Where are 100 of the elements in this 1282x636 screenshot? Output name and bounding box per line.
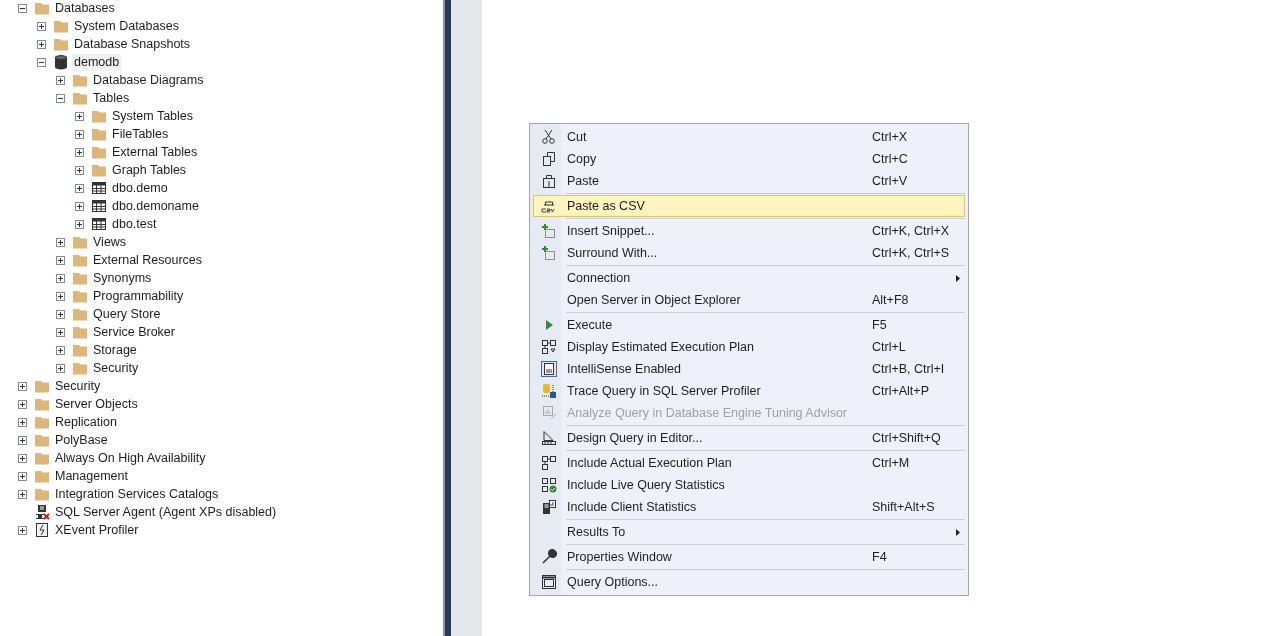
folder-icon xyxy=(53,36,69,52)
expand-icon[interactable] xyxy=(18,399,27,409)
menu-item[interactable]: Include Actual Execution Plan Ctrl+M xyxy=(533,452,965,474)
expand-icon[interactable] xyxy=(75,165,84,175)
tree-item[interactable]: Programmability xyxy=(91,287,186,305)
tree-item[interactable]: Databases xyxy=(53,0,117,17)
tree-item[interactable]: Query Store xyxy=(91,305,163,323)
tree-item[interactable]: System Tables xyxy=(110,107,196,125)
expand-icon[interactable] xyxy=(18,417,27,427)
tree-item[interactable]: Service Broker xyxy=(91,323,177,341)
expand-icon[interactable] xyxy=(56,327,65,337)
expand-icon[interactable] xyxy=(18,471,27,481)
tree-item[interactable]: Synonyms xyxy=(91,269,154,287)
tree-item[interactable]: FileTables xyxy=(110,125,171,143)
menu-item[interactable]: Include Client Statistics Shift+Alt+S xyxy=(533,496,965,518)
folder-icon xyxy=(34,468,50,484)
tree-item[interactable]: Database Snapshots xyxy=(72,35,193,53)
expand-icon[interactable] xyxy=(56,255,65,265)
tree-item[interactable]: System Databases xyxy=(72,17,181,35)
expand-icon[interactable] xyxy=(37,21,46,31)
profiler-icon xyxy=(34,522,50,538)
expand-icon[interactable] xyxy=(18,489,27,499)
expand-icon[interactable] xyxy=(18,381,27,391)
collapse-icon[interactable] xyxy=(18,3,27,13)
tree-item[interactable]: dbo.demoname xyxy=(110,197,201,215)
tree-item[interactable]: Security xyxy=(53,377,103,395)
folder-icon xyxy=(91,144,107,160)
collapse-icon[interactable] xyxy=(37,57,46,67)
splitter[interactable] xyxy=(443,0,451,636)
menu-item[interactable]: Paste as CSV xyxy=(533,195,965,217)
tree-item[interactable]: Tables xyxy=(91,89,132,107)
tree-item[interactable]: External Resources xyxy=(91,251,205,269)
expand-icon[interactable] xyxy=(18,453,27,463)
folder-icon xyxy=(72,324,88,340)
tree-item[interactable]: dbo.demo xyxy=(110,179,170,197)
submenu-arrow-icon xyxy=(956,274,960,282)
folder-icon xyxy=(34,414,50,430)
folder-icon xyxy=(72,90,88,106)
snippet-plus-icon xyxy=(541,245,557,261)
expand-icon[interactable] xyxy=(75,147,84,157)
menu-item[interactable]: Include Live Query Statistics xyxy=(533,474,965,496)
tree-item[interactable]: dbo.test xyxy=(110,215,159,233)
tree-item[interactable]: Database Diagrams xyxy=(91,71,206,89)
expand-icon[interactable] xyxy=(56,273,65,283)
expand-icon[interactable] xyxy=(18,525,27,535)
menu-item[interactable]: Properties Window F4 xyxy=(533,546,965,568)
expand-icon[interactable] xyxy=(37,39,46,49)
tree-item[interactable]: PolyBase xyxy=(53,431,110,449)
table-icon xyxy=(91,180,107,196)
menu-item[interactable]: Open Server in Object Explorer Alt+F8 xyxy=(533,289,965,311)
plan-diagram-icon xyxy=(541,339,557,355)
expand-icon[interactable] xyxy=(56,345,65,355)
tree-item[interactable]: Integration Services Catalogs xyxy=(53,485,221,503)
expand-icon[interactable] xyxy=(56,291,65,301)
tree-item[interactable]: Graph Tables xyxy=(110,161,189,179)
menu-item[interactable]: IntelliSense Enabled Ctrl+B, Ctrl+I xyxy=(533,358,965,380)
expand-icon[interactable] xyxy=(56,237,65,247)
expand-icon[interactable] xyxy=(75,111,84,121)
tree-item[interactable]: XEvent Profiler xyxy=(53,521,141,539)
menu-item[interactable]: Query Options... xyxy=(533,571,965,593)
menu-item[interactable]: Execute F5 xyxy=(533,314,965,336)
tree-item[interactable]: Security xyxy=(91,359,141,377)
database-icon xyxy=(53,54,69,70)
expand-icon[interactable] xyxy=(56,363,65,373)
expand-icon[interactable] xyxy=(18,435,27,445)
folder-icon xyxy=(72,270,88,286)
tree-item[interactable]: SQL Server Agent (Agent XPs disabled) xyxy=(53,503,279,521)
menu-item[interactable]: Insert Snippet... Ctrl+K, Ctrl+X xyxy=(533,220,965,242)
tree-item[interactable]: Management xyxy=(53,467,130,485)
tree-item[interactable]: Views xyxy=(91,233,129,251)
expand-icon[interactable] xyxy=(75,219,84,229)
menu-item[interactable]: Display Estimated Execution Plan Ctrl+L xyxy=(533,336,965,358)
menu-item[interactable]: Trace Query in SQL Server Profiler Ctrl+Alt+P xyxy=(533,380,965,402)
expand-icon[interactable] xyxy=(75,183,84,193)
collapse-icon[interactable] xyxy=(56,93,65,103)
tree-item[interactable]: External Tables xyxy=(110,143,200,161)
tree-item[interactable]: Replication xyxy=(53,413,119,431)
menu-item[interactable]: Copy Ctrl+C xyxy=(533,148,965,170)
menu-item[interactable]: Cut Ctrl+X xyxy=(533,126,965,148)
chart-pen-icon xyxy=(541,405,557,421)
expand-icon[interactable] xyxy=(75,201,84,211)
expand-icon[interactable] xyxy=(56,75,65,85)
ruler-icon xyxy=(541,430,557,446)
folder-icon xyxy=(34,486,50,502)
menu-item[interactable]: Results To xyxy=(533,521,965,543)
tree-item[interactable]: Always On High Availability xyxy=(53,449,208,467)
expand-icon[interactable] xyxy=(75,129,84,139)
tree-item[interactable]: Server Objects xyxy=(53,395,140,413)
folder-icon xyxy=(72,252,88,268)
tree-item[interactable]: Storage xyxy=(91,341,139,359)
menu-item[interactable]: Design Query in Editor... Ctrl+Shift+Q xyxy=(533,427,965,449)
database-trace-icon xyxy=(541,383,557,399)
menu-item[interactable]: Surround With... Ctrl+K, Ctrl+S xyxy=(533,242,965,264)
expand-icon[interactable] xyxy=(56,309,65,319)
folder-icon xyxy=(34,396,50,412)
tree-item[interactable]: demodb xyxy=(72,53,122,71)
menu-item[interactable]: Paste Ctrl+V xyxy=(533,170,965,192)
copy-icon xyxy=(541,151,557,167)
options-window-icon xyxy=(541,574,557,590)
menu-item[interactable]: Connection xyxy=(533,267,965,289)
